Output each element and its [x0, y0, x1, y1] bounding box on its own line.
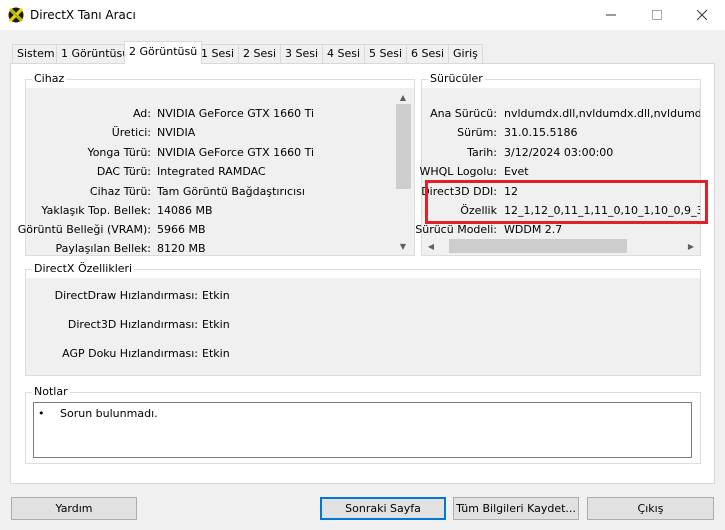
device-value-shared-memory: 8120 MB [157, 242, 206, 255]
driver-value-whql: Evet [504, 165, 529, 178]
drivers-hscrollbar[interactable]: ◀ ▶ [423, 238, 699, 254]
tab-3-sesi[interactable]: 3 Sesi [280, 44, 324, 63]
driver-value-model: WDDM 2.7 [504, 223, 563, 236]
feature-label-agp: AGP Doku Hızlandırması: [62, 347, 198, 360]
driver-value-version: 31.0.15.5186 [504, 126, 578, 139]
maximize-button[interactable] [634, 0, 680, 30]
device-value-dac-type: Integrated RAMDAC [157, 165, 266, 178]
driver-label-date: Tarih: [467, 146, 497, 159]
save-all-info-button[interactable]: Tüm Bilgileri Kaydet... [453, 497, 579, 520]
window-title: DirectX Tanı Aracı [30, 8, 136, 22]
directx-icon [8, 7, 24, 23]
notes-item: Sorun bulunmadı. [60, 407, 158, 420]
device-label-chip-type: Yonga Türü: [87, 146, 151, 159]
next-page-button[interactable]: Sonraki Sayfa [320, 497, 446, 520]
device-value-manufacturer: NVIDIA [157, 126, 196, 139]
tab-4-sesi[interactable]: 4 Sesi [322, 44, 366, 63]
driver-value-date: 3/12/2024 03:00:00 [504, 146, 614, 159]
feature-value-agp: Etkin [202, 347, 230, 360]
driver-label-main: Ana Sürücü: [430, 107, 497, 120]
device-label-shared-memory: Paylaşılan Bellek: [55, 242, 151, 255]
tab-giris[interactable]: Giriş [448, 44, 483, 63]
driver-label-model: Sürücü Modeli: [415, 223, 497, 236]
notes-group-title: Notlar [32, 385, 70, 398]
notes-bullet-icon: • [38, 407, 45, 420]
scroll-right-icon[interactable]: ▶ [685, 240, 697, 252]
device-group-title: Cihaz [32, 72, 67, 85]
scroll-up-icon[interactable]: ▲ [397, 91, 409, 103]
device-label-device-type: Cihaz Türü: [89, 185, 151, 198]
feature-label-direct3d: Direct3D Hızlandırması: [67, 318, 198, 331]
driver-label-version: Sürüm: [457, 126, 497, 139]
device-label-total-memory: Yaklaşık Top. Bellek: [41, 204, 151, 217]
device-scroll-thumb[interactable] [396, 104, 411, 189]
device-scrollbar[interactable]: ▲ ▼ [395, 89, 412, 254]
device-label-vram: Görüntü Belleği (VRAM): [17, 223, 151, 236]
feature-value-direct3d: Etkin [202, 318, 230, 331]
highlight-annotation [425, 180, 708, 224]
close-icon [697, 10, 707, 20]
drivers-scroll-thumb[interactable] [449, 239, 627, 253]
device-value-vram: 5966 MB [157, 223, 206, 236]
help-button[interactable]: Yardım [11, 497, 137, 520]
tab-sistem[interactable]: Sistem [12, 44, 60, 63]
device-value-name: NVIDIA GeForce GTX 1660 Ti [157, 107, 315, 120]
minimize-icon [606, 14, 616, 16]
tab-6-sesi[interactable]: 6 Sesi [406, 44, 450, 63]
maximize-icon [652, 10, 662, 20]
scroll-down-icon[interactable]: ▼ [397, 240, 409, 252]
device-label-manufacturer: Üretici: [111, 126, 151, 139]
tab-1-goruntusu[interactable]: 1 Görüntüsü [56, 44, 135, 63]
device-value-chip-type: NVIDIA GeForce GTX 1660 Ti [157, 146, 315, 159]
feature-label-directdraw: DirectDraw Hızlandırması: [54, 289, 198, 302]
device-label-name: Ad: [132, 107, 151, 120]
tab-1-sesi[interactable]: 1 Sesi [196, 44, 240, 63]
driver-label-whql: WHQL Logolu: [419, 165, 497, 178]
exit-button[interactable]: Çıkış [587, 497, 714, 520]
close-button[interactable] [679, 0, 725, 30]
scroll-left-icon[interactable]: ◀ [425, 240, 437, 252]
features-group-title: DirectX Özellikleri [32, 262, 135, 275]
feature-value-directdraw: Etkin [202, 289, 230, 302]
driver-value-main: nvldumdx.dll,nvldumdx.dll,nvldumdx.dll,n… [504, 107, 700, 120]
tab-2-sesi[interactable]: 2 Sesi [238, 44, 282, 63]
minimize-button[interactable] [588, 0, 634, 30]
drivers-group-title: Sürücüler [428, 72, 485, 85]
device-label-dac-type: DAC Türü: [96, 165, 151, 178]
tab-5-sesi[interactable]: 5 Sesi [364, 44, 408, 63]
device-value-total-memory: 14086 MB [157, 204, 213, 217]
device-value-device-type: Tam Görüntü Bağdaştırıcısı [157, 185, 305, 198]
tab-2-goruntusu[interactable]: 2 Görüntüsü [124, 41, 203, 64]
